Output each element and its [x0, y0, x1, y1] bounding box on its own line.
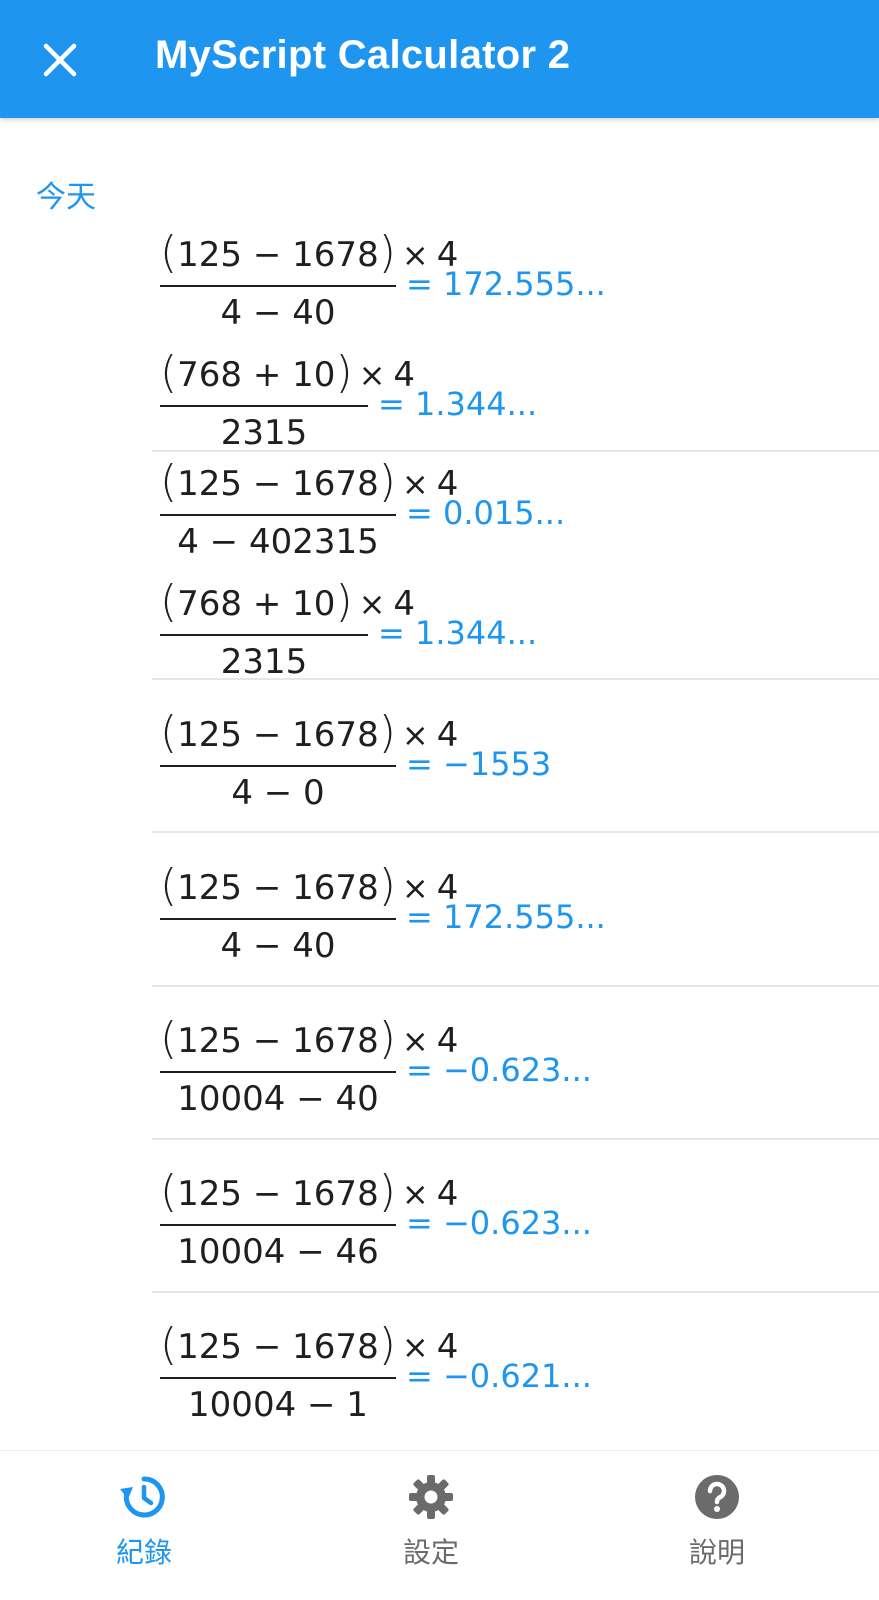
- denominator: 4 − 0: [231, 773, 325, 813]
- nav-label-help: 說明: [688, 1536, 745, 1569]
- denominator: 2315: [220, 642, 308, 682]
- result: = −0.621...: [406, 1357, 592, 1395]
- history-entry[interactable]: (768 + 10) × 4 2315 = 1.344...: [160, 579, 800, 689]
- denominator: 10004 − 1: [188, 1385, 368, 1425]
- denominator: 4 − 402315: [177, 522, 379, 562]
- fraction-bar: [160, 634, 368, 636]
- divider: [152, 1138, 879, 1140]
- result: = 172.555...: [406, 265, 606, 303]
- result: = −1553: [406, 745, 552, 783]
- bottom-navigation: 紀錄 設定 說明: [0, 1450, 879, 1600]
- history-entry[interactable]: (125 − 1678) × 4 4 − 402315 = 0.015...: [160, 459, 800, 569]
- section-label-today: 今天: [36, 180, 96, 215]
- nav-item-history[interactable]: 紀錄: [44, 1451, 244, 1600]
- denominator: 4 − 40: [220, 293, 336, 333]
- result: = −0.623...: [406, 1051, 592, 1089]
- fraction-bar: [160, 1377, 396, 1379]
- history-entry[interactable]: (125 − 1678) × 4 10004 − 1 = −0.621...: [160, 1322, 800, 1432]
- result: = 1.344...: [378, 614, 538, 652]
- history-entry[interactable]: (125 − 1678) × 4 4 − 40 = 172.555...: [160, 863, 800, 973]
- divider: [152, 985, 879, 987]
- history-entry[interactable]: (125 − 1678) × 4 4 − 0 = −1553: [160, 710, 800, 820]
- history-entry[interactable]: (125 − 1678) × 4 4 − 40 = 172.555...: [160, 230, 800, 340]
- history-entry[interactable]: (125 − 1678) × 4 10004 − 46 = −0.623...: [160, 1169, 800, 1279]
- fraction-bar: [160, 1224, 396, 1226]
- denominator: 4 − 40: [220, 926, 336, 966]
- fraction-bar: [160, 765, 396, 767]
- divider: [152, 450, 879, 452]
- result: = 0.015...: [406, 494, 566, 532]
- nav-item-help[interactable]: 說明: [617, 1451, 817, 1600]
- denominator: 10004 − 40: [177, 1079, 379, 1119]
- fraction-bar: [160, 405, 368, 407]
- nav-label-settings: 設定: [402, 1536, 459, 1569]
- divider: [152, 831, 879, 833]
- numerator: (768 + 10) × 4: [160, 347, 416, 398]
- denominator: 10004 − 46: [177, 1232, 379, 1272]
- gear-icon: [409, 1475, 453, 1519]
- history-list: 今天 (125 − 1678) × 4 4 − 40 = 172.555... (7…: [0, 0, 879, 1480]
- numerator: (768 + 10) × 4: [160, 576, 416, 627]
- result: = −0.623...: [406, 1204, 592, 1242]
- divider: [152, 678, 879, 680]
- result: = 172.555...: [406, 898, 606, 936]
- nav-item-settings[interactable]: 設定: [331, 1451, 531, 1600]
- fraction-bar: [160, 514, 396, 516]
- history-entry[interactable]: (125 − 1678) × 4 10004 − 40 = −0.623...: [160, 1016, 800, 1126]
- history-icon: [120, 1476, 165, 1518]
- divider: [152, 1291, 879, 1293]
- help-icon: [695, 1475, 739, 1519]
- fraction-bar: [160, 1071, 396, 1073]
- fraction-bar: [160, 918, 396, 920]
- fraction-bar: [160, 285, 396, 287]
- result: = 1.344...: [378, 385, 538, 423]
- nav-label-history: 紀錄: [115, 1536, 172, 1569]
- history-entry[interactable]: (768 + 10) × 4 2315 = 1.344...: [160, 350, 800, 460]
